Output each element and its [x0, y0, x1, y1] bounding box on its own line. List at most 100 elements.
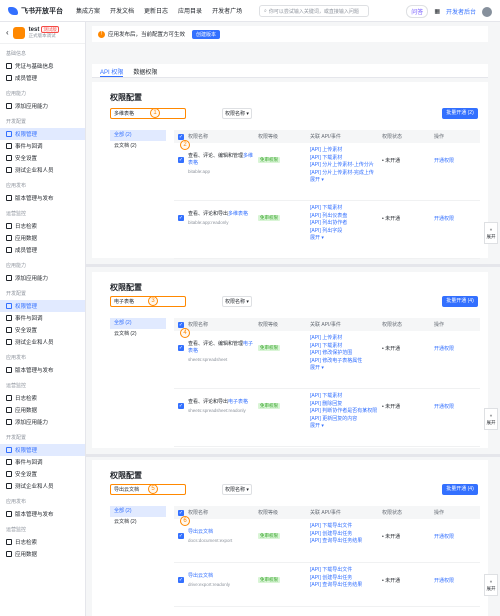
select-all-checkbox[interactable]: ✓ [178, 321, 184, 328]
nav-item-app-directory[interactable]: 应用目录 [178, 6, 202, 15]
permission-name-select[interactable]: 权限名称 ▾ [222, 108, 252, 119]
api-link[interactable]: [API] 查询导出任务结果 [310, 538, 382, 546]
row-checkbox[interactable]: ✓ [178, 577, 184, 583]
sidebar-item-security[interactable]: 安全设置 [0, 468, 85, 480]
nav-item-docs[interactable]: 开发文档 [110, 6, 134, 15]
row-checkbox[interactable]: ✓ [178, 157, 184, 163]
ai-qa-button[interactable]: 问答 [406, 5, 429, 18]
expand-link[interactable]: 展开 ▾ [310, 365, 382, 373]
sidebar-item-logs[interactable]: 日志检索 [0, 536, 85, 548]
api-link[interactable]: [API] 下载导出文件 [310, 523, 382, 531]
sidebar-item-events[interactable]: 事件与回调 [0, 140, 85, 152]
api-link[interactable]: [API] 修改保护范围 [310, 350, 382, 358]
sidebar-item-add-capability[interactable]: 添加应用能力 [0, 416, 85, 428]
row-checkbox[interactable]: ✓ [178, 345, 184, 351]
expand-link[interactable]: 展开 ▾ [310, 235, 382, 243]
api-link[interactable]: [API] 更新回复的内容 [310, 416, 382, 424]
nav-item-dev-square[interactable]: 开发者广场 [212, 6, 242, 15]
api-link[interactable]: [API] 下载素材 [310, 155, 382, 163]
sidebar-item-permissions[interactable]: 权限管理 [0, 444, 85, 456]
tab-api-permissions[interactable]: API 权限 [100, 64, 124, 77]
filter-all[interactable]: 全部 (2) [110, 130, 166, 141]
enable-permission-link[interactable]: 开通权限 [434, 563, 474, 584]
sidebar-item-events[interactable]: 事件与回调 [0, 312, 85, 324]
tab-data-permissions[interactable]: 数据权限 [133, 64, 157, 77]
sidebar-item-credentials[interactable]: 凭证与基础信息 [0, 60, 85, 72]
create-version-button[interactable]: 创建版本 [192, 29, 221, 39]
nav-item-changelog[interactable]: 更新日志 [144, 6, 168, 15]
filter-all[interactable]: 全部 (2) [110, 506, 166, 517]
select-all-checkbox[interactable]: ✓ [178, 509, 184, 516]
api-link[interactable]: [API] 下载导出文件 [310, 567, 382, 575]
filter-cloud-docs[interactable]: 云文档 (2) [110, 329, 166, 340]
filter-all[interactable]: 全部 (2) [110, 318, 166, 329]
sidebar-item-permissions[interactable]: 权限管理 [0, 300, 85, 312]
sidebar-item-add-capability[interactable]: 添加应用能力 [0, 100, 85, 112]
dev-console-link[interactable]: 开发者后台 [446, 7, 476, 16]
sidebar-item-versions[interactable]: 版本管理与发布 [0, 364, 85, 376]
sidebar-item-logs[interactable]: 日志检索 [0, 220, 85, 232]
back-arrow-icon[interactable]: ‹ [6, 28, 9, 37]
user-avatar[interactable] [482, 6, 492, 17]
logo[interactable]: 飞书开放平台 [8, 6, 66, 16]
api-link[interactable]: [API] 下载素材 [310, 205, 382, 213]
api-link[interactable]: [API] 创建导出任务 [310, 531, 382, 539]
float-expand-button[interactable]: « 展开 [484, 574, 498, 596]
sidebar-item-app-data[interactable]: 应用数据 [0, 232, 85, 244]
api-link[interactable]: [API] 分片上传素材-上传分片 [310, 162, 382, 170]
api-link[interactable]: [API] 下载素材 [310, 343, 382, 351]
bulk-enable-button[interactable]: 批量开通 (4) [442, 484, 478, 495]
sidebar-item-versions[interactable]: 版本管理与发布 [0, 508, 85, 520]
sidebar-item-add-capability[interactable]: 添加应用能力 [0, 272, 85, 284]
float-expand-button[interactable]: « 展开 [484, 222, 498, 244]
sidebar-item-members[interactable]: 成员管理 [0, 244, 85, 256]
filter-cloud-docs[interactable]: 云文档 (2) [110, 517, 166, 528]
expand-link[interactable]: 展开 ▾ [310, 423, 382, 431]
api-link[interactable]: [API] 下载素材 [310, 393, 382, 401]
sidebar-item-versions[interactable]: 版本管理与发布 [0, 192, 85, 204]
filter-cloud-docs[interactable]: 云文档 (2) [110, 141, 166, 152]
sidebar-item-members[interactable]: 成员管理 [0, 72, 85, 84]
sidebar-item-test-users[interactable]: 测试企业和人员 [0, 480, 85, 492]
sidebar-item-security[interactable]: 安全设置 [0, 152, 85, 164]
enable-permission-link[interactable]: 开通权限 [434, 389, 474, 410]
row-checkbox[interactable]: ✓ [178, 403, 184, 409]
sidebar-item-security[interactable]: 安全设置 [0, 324, 85, 336]
api-link[interactable]: [API] 列出仪表盘 [310, 213, 382, 221]
api-link[interactable]: [API] 判断协作者是否有某权限 [310, 408, 382, 416]
sidebar-item-app-data[interactable]: 应用数据 [0, 548, 85, 560]
sidebar-item-permissions[interactable]: 权限管理 [0, 128, 85, 140]
sidebar-item-logs[interactable]: 日志检索 [0, 392, 85, 404]
api-link[interactable]: [API] 创建导出任务 [310, 575, 382, 583]
enable-permission-link[interactable]: 开通权限 [434, 143, 474, 164]
plus-icon [6, 419, 12, 425]
nav-item-solutions[interactable]: 集成方案 [76, 6, 100, 15]
api-link[interactable]: [API] 分片上传素材-完成上传 [310, 170, 382, 178]
row-checkbox[interactable]: ✓ [178, 533, 184, 539]
bulk-enable-button[interactable]: 批量开通 (4) [442, 296, 478, 307]
sidebar-item-test-users[interactable]: 测试企业和人员 [0, 164, 85, 176]
sidebar-item-events[interactable]: 事件与回调 [0, 456, 85, 468]
permission-search-input[interactable]: 多维表格 [110, 108, 186, 119]
enable-permission-link[interactable]: 开通权限 [434, 519, 474, 540]
api-link[interactable]: [API] 删除回复 [310, 401, 382, 409]
expand-link[interactable]: 展开 ▾ [310, 177, 382, 185]
api-link[interactable]: [API] 列出协作者 [310, 220, 382, 228]
grid-icon[interactable]: ▦ [434, 8, 440, 15]
api-link[interactable]: [API] 上传素材 [310, 335, 382, 343]
enable-permission-link[interactable]: 开通权限 [434, 201, 474, 222]
sidebar-item-test-users[interactable]: 测试企业和人员 [0, 336, 85, 348]
select-all-checkbox[interactable]: ✓ [178, 133, 184, 140]
enable-permission-link[interactable]: 开通权限 [434, 331, 474, 352]
row-checkbox[interactable]: ✓ [178, 215, 184, 221]
api-link[interactable]: [API] 上传素材 [310, 147, 382, 155]
sidebar-item-app-data[interactable]: 应用数据 [0, 404, 85, 416]
permission-name-select[interactable]: 权限名称 ▾ [222, 296, 252, 307]
search-input[interactable]: ⌕ 你可以尝试输入关键词，或直接输入问题 [259, 5, 369, 17]
api-link[interactable]: [API] 查询导出任务结果 [310, 582, 382, 590]
api-link[interactable]: [API] 列出字段 [310, 228, 382, 236]
float-expand-button[interactable]: « 展开 [484, 408, 498, 430]
bulk-enable-button[interactable]: 批量开通 (2) [442, 108, 478, 119]
permission-name-select[interactable]: 权限名称 ▾ [222, 484, 252, 495]
api-link[interactable]: [API] 修改电子表格属性 [310, 358, 382, 366]
